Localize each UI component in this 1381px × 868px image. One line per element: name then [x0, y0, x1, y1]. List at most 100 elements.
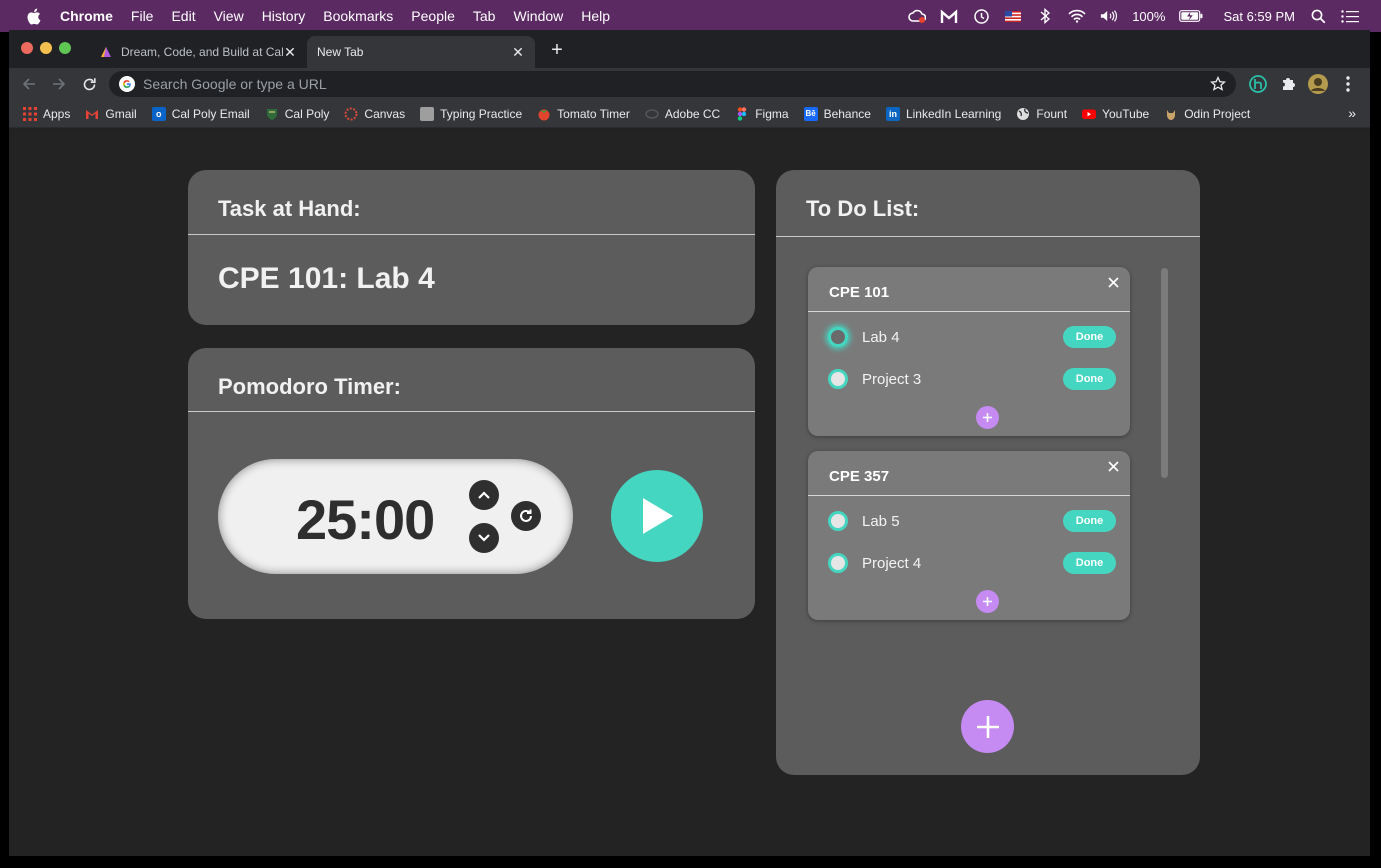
notification-center-icon[interactable]	[1341, 7, 1359, 25]
tab-dream-code-build[interactable]: Dream, Code, and Build at Cal ✕	[89, 36, 307, 68]
decrease-time-chevron-down-icon[interactable]	[469, 523, 499, 553]
mark-done-button[interactable]: Done	[1063, 368, 1116, 390]
window-minimize-button[interactable]	[40, 42, 52, 54]
card-divider	[188, 411, 755, 412]
new-tab-plus-icon[interactable]: +	[547, 40, 567, 61]
add-group-plus-button[interactable]	[961, 700, 1014, 753]
battery-charging-icon[interactable]	[1179, 7, 1203, 25]
bookmark-label: Typing Practice	[440, 106, 523, 121]
new-tab-page: Task at Hand: CPE 101: Lab 4 Pomodoro Ti…	[9, 129, 1370, 856]
menu-people[interactable]: People	[411, 8, 455, 24]
todo-item-select-radio[interactable]	[828, 369, 848, 389]
current-task-text: CPE 101: Lab 4	[218, 262, 435, 295]
forward-arrow-icon[interactable]	[49, 74, 69, 94]
bookmark-canvas[interactable]: Canvas	[344, 107, 405, 121]
bookmark-fount[interactable]: Fount	[1016, 107, 1067, 121]
time-machine-icon[interactable]	[972, 7, 990, 25]
back-arrow-icon[interactable]	[19, 74, 39, 94]
add-task-plus-icon[interactable]	[976, 406, 999, 429]
menu-view[interactable]: View	[214, 8, 244, 24]
card-title: To Do List:	[806, 196, 920, 221]
volume-icon[interactable]	[1100, 7, 1118, 25]
delete-group-close-icon[interactable]	[1106, 459, 1120, 473]
bookmark-label: LinkedIn Learning	[905, 106, 1002, 121]
todo-item-label: Lab 5	[862, 512, 900, 530]
menu-file[interactable]: File	[131, 8, 154, 24]
menu-app-name[interactable]: Chrome	[60, 8, 113, 24]
bookmark-behance[interactable]: Bē Behance	[803, 106, 871, 121]
extensions-puzzle-icon[interactable]	[1278, 74, 1298, 94]
bookmark-cal-poly[interactable]: Cal Poly	[265, 107, 329, 121]
extension-bitmoji-icon[interactable]	[1248, 74, 1268, 94]
behance-icon: Bē	[803, 106, 818, 121]
start-timer-play-button[interactable]	[611, 470, 703, 562]
creative-cloud-icon[interactable]	[908, 7, 927, 25]
bookmark-star-icon[interactable]	[1209, 75, 1227, 92]
todo-scrollbar[interactable]	[1161, 268, 1168, 478]
todo-item-select-radio[interactable]	[828, 511, 848, 531]
mark-done-button[interactable]: Done	[1063, 552, 1116, 574]
bookmark-odin-project[interactable]: Odin Project	[1164, 107, 1250, 121]
todo-item: Lab 4 Done	[828, 323, 1116, 351]
bookmark-label: Fount	[1036, 106, 1068, 121]
tab-title: New Tab	[317, 45, 364, 59]
bookmark-tomato-timer[interactable]: Tomato Timer	[537, 107, 630, 121]
browser-toolbar	[9, 68, 1370, 100]
tab-close-icon[interactable]: ✕	[511, 45, 525, 59]
window-close-button[interactable]	[21, 42, 33, 54]
card-title: Task at Hand:	[218, 196, 361, 221]
menu-window[interactable]: Window	[513, 8, 563, 24]
spotlight-search-icon[interactable]	[1309, 7, 1327, 25]
battery-percentage: 100%	[1132, 8, 1166, 24]
bookmark-typing-practice[interactable]: Typing Practice	[420, 106, 523, 121]
youtube-icon	[1082, 107, 1097, 121]
bookmark-apps[interactable]: Apps	[23, 106, 70, 121]
apps-grid-icon	[23, 106, 37, 121]
increase-time-chevron-up-icon[interactable]	[469, 480, 499, 510]
mark-done-button[interactable]: Done	[1063, 510, 1116, 532]
wifi-icon[interactable]	[1068, 7, 1086, 25]
tab-strip: Dream, Code, and Build at Cal ✕ New Tab …	[9, 30, 1370, 68]
menu-tab[interactable]: Tab	[473, 8, 496, 24]
address-bar[interactable]	[109, 71, 1236, 97]
window-zoom-button[interactable]	[59, 42, 71, 54]
malwarebytes-icon[interactable]	[940, 7, 958, 25]
menu-bookmarks[interactable]: Bookmarks	[323, 8, 393, 24]
tab-new-tab[interactable]: New Tab ✕	[307, 36, 535, 68]
bookmarks-overflow-chevron[interactable]: »	[1348, 105, 1356, 121]
profile-avatar[interactable]	[1308, 74, 1328, 94]
shield-icon	[265, 107, 279, 121]
bookmark-youtube[interactable]: YouTube	[1082, 107, 1149, 121]
reset-timer-icon[interactable]	[511, 501, 541, 531]
card-title: Pomodoro Timer:	[218, 374, 401, 399]
todo-list-card: To Do List: CPE 101 Lab 4 Done Project 3	[776, 170, 1200, 775]
google-g-icon	[119, 76, 135, 92]
omnibox-input[interactable]	[143, 76, 1210, 92]
chrome-menu-kebab-icon[interactable]	[1338, 74, 1358, 94]
tab-title: Dream, Code, and Build at Cal	[121, 45, 283, 59]
todo-item-select-radio[interactable]	[828, 553, 848, 573]
add-task-plus-icon[interactable]	[976, 590, 999, 613]
menu-history[interactable]: History	[262, 8, 306, 24]
apple-icon[interactable]	[26, 7, 44, 25]
bluetooth-icon[interactable]	[1036, 7, 1054, 25]
macos-menu-bar: Chrome File Edit View History Bookmarks …	[0, 0, 1381, 32]
tab-close-icon[interactable]: ✕	[283, 45, 297, 59]
bookmark-figma[interactable]: Figma	[735, 107, 789, 121]
menu-help[interactable]: Help	[581, 8, 610, 24]
bookmark-gmail[interactable]: Gmail	[85, 107, 137, 121]
reload-icon[interactable]	[79, 74, 99, 94]
delete-group-close-icon[interactable]	[1106, 275, 1120, 289]
bookmark-cal-poly-email[interactable]: o Cal Poly Email	[151, 106, 250, 121]
outlook-icon: o	[151, 106, 166, 121]
keyboard-icon	[420, 106, 435, 121]
menu-bar-clock[interactable]: Sat 6:59 PM	[1223, 9, 1295, 24]
menu-edit[interactable]: Edit	[171, 8, 195, 24]
us-flag-icon[interactable]	[1004, 7, 1022, 25]
bookmark-linkedin-learning[interactable]: in LinkedIn Learning	[885, 106, 1002, 121]
mark-done-button[interactable]: Done	[1063, 326, 1116, 348]
bookmark-adobe-cc[interactable]: Adobe CC	[645, 107, 720, 121]
browser-window: Dream, Code, and Build at Cal ✕ New Tab …	[9, 30, 1370, 856]
todo-item-select-radio[interactable]	[828, 327, 848, 347]
todo-group-cpe-101: CPE 101 Lab 4 Done Project 3 Done	[808, 267, 1130, 436]
